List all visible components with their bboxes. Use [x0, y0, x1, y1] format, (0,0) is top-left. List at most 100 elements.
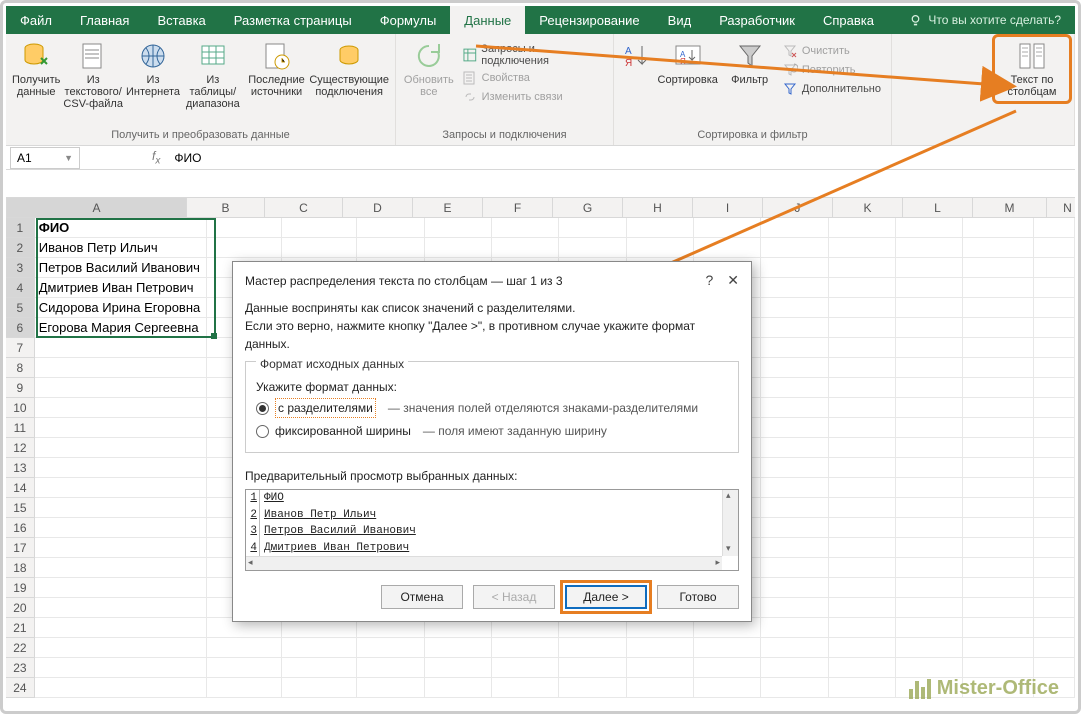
cmd-filter[interactable]: Фильтр — [723, 38, 775, 98]
cell-A10[interactable] — [35, 398, 208, 418]
column-header-I[interactable]: I — [693, 198, 763, 217]
cell-A13[interactable] — [35, 458, 208, 478]
cell-K15[interactable] — [829, 498, 896, 518]
cmd-get-data[interactable]: Получить данные — [12, 38, 60, 112]
cell-I24[interactable] — [694, 678, 761, 698]
cmd-text-to-columns[interactable]: Текст по столбцам — [996, 38, 1068, 100]
cell-L5[interactable] — [896, 298, 963, 318]
cell-J16[interactable] — [761, 518, 828, 538]
cell-L1[interactable] — [896, 218, 963, 238]
cell-E2[interactable] — [425, 238, 492, 258]
cell-A2[interactable]: Иванов Петр Ильич — [35, 238, 208, 258]
cell-A17[interactable] — [35, 538, 208, 558]
cell-N2[interactable] — [1034, 238, 1075, 258]
formula-value[interactable]: ФИО — [168, 151, 207, 165]
cell-N9[interactable] — [1034, 378, 1075, 398]
cmd-refresh-all[interactable]: Обновить все — [402, 38, 456, 106]
cell-C2[interactable] — [282, 238, 357, 258]
cell-L13[interactable] — [896, 458, 963, 478]
cell-G23[interactable] — [559, 658, 626, 678]
cell-J22[interactable] — [761, 638, 828, 658]
cell-M23[interactable] — [963, 658, 1034, 678]
cell-H2[interactable] — [627, 238, 694, 258]
cell-L21[interactable] — [896, 618, 963, 638]
cell-L23[interactable] — [896, 658, 963, 678]
cell-N15[interactable] — [1034, 498, 1075, 518]
tab-file[interactable]: Файл — [6, 6, 66, 34]
cell-N22[interactable] — [1034, 638, 1075, 658]
row-header-4[interactable]: 4 — [6, 278, 35, 298]
cell-D22[interactable] — [357, 638, 424, 658]
cell-L3[interactable] — [896, 258, 963, 278]
cell-E22[interactable] — [425, 638, 492, 658]
row-header-7[interactable]: 7 — [6, 338, 35, 358]
tab-view[interactable]: Вид — [654, 6, 706, 34]
cell-K1[interactable] — [829, 218, 896, 238]
cell-A3[interactable]: Петров Василий Иванович — [35, 258, 208, 278]
cell-F23[interactable] — [492, 658, 559, 678]
cell-M1[interactable] — [963, 218, 1034, 238]
cell-L8[interactable] — [896, 358, 963, 378]
cmd-from-csv[interactable]: Из текстового/ CSV-файла — [62, 38, 124, 112]
cell-A19[interactable] — [35, 578, 208, 598]
cell-M8[interactable] — [963, 358, 1034, 378]
cmd-sort-az[interactable]: АЯ — [620, 38, 652, 98]
cell-K7[interactable] — [829, 338, 896, 358]
cell-J20[interactable] — [761, 598, 828, 618]
row-header-20[interactable]: 20 — [6, 598, 35, 618]
tab-help[interactable]: Справка — [809, 6, 888, 34]
row-header-10[interactable]: 10 — [6, 398, 35, 418]
cell-M6[interactable] — [963, 318, 1034, 338]
cell-A12[interactable] — [35, 438, 208, 458]
cell-J6[interactable] — [761, 318, 828, 338]
cell-G22[interactable] — [559, 638, 626, 658]
cell-C1[interactable] — [282, 218, 357, 238]
row-header-21[interactable]: 21 — [6, 618, 35, 638]
cell-K4[interactable] — [829, 278, 896, 298]
cell-A7[interactable] — [35, 338, 208, 358]
radio-delimited[interactable] — [256, 402, 269, 415]
row-header-1[interactable]: 1 — [6, 218, 35, 238]
cell-E23[interactable] — [425, 658, 492, 678]
cell-K13[interactable] — [829, 458, 896, 478]
cell-K22[interactable] — [829, 638, 896, 658]
cell-H24[interactable] — [627, 678, 694, 698]
cell-N17[interactable] — [1034, 538, 1075, 558]
row-header-6[interactable]: 6 — [6, 318, 35, 338]
cell-H1[interactable] — [627, 218, 694, 238]
cell-L6[interactable] — [896, 318, 963, 338]
cell-L17[interactable] — [896, 538, 963, 558]
cell-M22[interactable] — [963, 638, 1034, 658]
cell-J2[interactable] — [761, 238, 828, 258]
tab-developer[interactable]: Разработчик — [705, 6, 809, 34]
cell-M11[interactable] — [963, 418, 1034, 438]
row-header-9[interactable]: 9 — [6, 378, 35, 398]
cell-K8[interactable] — [829, 358, 896, 378]
cell-J19[interactable] — [761, 578, 828, 598]
cell-N8[interactable] — [1034, 358, 1075, 378]
cell-D23[interactable] — [357, 658, 424, 678]
cell-F2[interactable] — [492, 238, 559, 258]
cell-A5[interactable]: Сидорова Ирина Егоровна — [35, 298, 208, 318]
row-header-15[interactable]: 15 — [6, 498, 35, 518]
cell-A20[interactable] — [35, 598, 208, 618]
row-header-3[interactable]: 3 — [6, 258, 35, 278]
cell-A9[interactable] — [35, 378, 208, 398]
finish-button[interactable]: Готово — [657, 585, 739, 609]
cmd-clear-filter[interactable]: Очистить — [778, 42, 885, 60]
cell-J18[interactable] — [761, 558, 828, 578]
cell-J14[interactable] — [761, 478, 828, 498]
cmd-recent-sources[interactable]: Последние источники — [246, 38, 308, 112]
cell-A8[interactable] — [35, 358, 208, 378]
column-header-J[interactable]: J — [763, 198, 833, 217]
cell-M14[interactable] — [963, 478, 1034, 498]
row-header-23[interactable]: 23 — [6, 658, 35, 678]
cell-N12[interactable] — [1034, 438, 1075, 458]
cell-L4[interactable] — [896, 278, 963, 298]
cmd-advanced-filter[interactable]: Дополнительно — [778, 80, 885, 98]
column-header-D[interactable]: D — [343, 198, 413, 217]
cell-J23[interactable] — [761, 658, 828, 678]
cell-K11[interactable] — [829, 418, 896, 438]
row-header-5[interactable]: 5 — [6, 298, 35, 318]
cell-M17[interactable] — [963, 538, 1034, 558]
